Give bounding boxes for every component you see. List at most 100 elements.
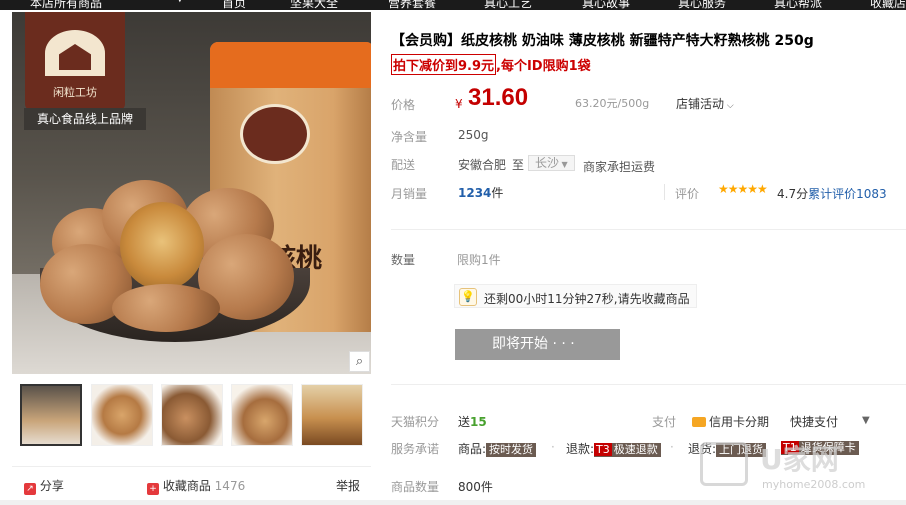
thumbnail-image [232,385,292,445]
credit-installment[interactable]: 信用卡分期 [692,413,769,430]
currency-symbol: ¥ [455,97,463,111]
unit-price: 63.20元/500g [575,97,650,110]
thumbnail-5[interactable] [301,384,363,446]
price-label: 价格 [391,98,416,112]
lightbulb-icon: 💡 [459,288,477,306]
product-title: 【会员购】纸皮核桃 奶油味 薄皮核桃 新疆特产特大籽熟核桃 250g [391,33,814,49]
brand-slogan: 真心食品线上品牌 [24,108,146,130]
thumbnail-4[interactable] [231,384,293,446]
monthly-sales: 1234件 [458,184,503,201]
home-pickup-tag[interactable]: 上门退货 [716,443,767,457]
chevron-down-icon: ▼ [559,160,568,169]
nav-service[interactable]: 真心服务 [678,0,726,10]
report-link[interactable]: 举报 [336,477,360,494]
countdown-tip: 💡 还剩00小时11分钟27秒,请先收藏商品 [454,284,697,308]
divider [664,184,665,200]
divider [391,384,906,385]
nav-nutrition[interactable]: 营养套餐 [388,0,436,10]
favorite-label: 收藏商品 [162,479,211,493]
promo-text: 拍下减价到9.9元 ,每个ID限购1袋 [391,54,591,75]
promo-rest: ,每个ID限购1袋 [496,59,591,74]
shipping-label: 配送 [391,158,416,172]
store-activity-dropdown[interactable]: 店铺活动 ⌵ [676,95,734,112]
quick-pay[interactable]: 快捷支付 [790,413,838,430]
return-guarantee: T1 退货保障卡 [781,440,859,455]
service-return-label: 退货: [688,442,717,456]
monthly-sales-unit: 件 [491,186,504,200]
service-goods: 商品: 按时发货 [458,440,537,457]
rating-summary: 4.7分累计评价1083 [777,185,887,202]
thumbnail-image [302,385,362,445]
nav-story[interactable]: 真心故事 [582,0,630,10]
t3-badge: T3 [594,443,612,456]
nav-nuts[interactable]: 坚果大全 [290,0,338,10]
castle-icon [45,30,105,76]
service-refund-label: 退款: [566,442,595,456]
cracked-walnut [120,202,204,290]
thumbnail-image [92,385,152,445]
ship-from: 安徽合肥 [458,158,507,172]
ship-city-select[interactable]: 长沙 ▼ [528,155,575,171]
bullet: · [670,440,674,454]
quantity-limit: 限购1件 [457,253,501,267]
favorite-count: 1476 [214,479,246,493]
favorite-icon: + [147,483,159,495]
thumbnail-3[interactable] [161,384,223,446]
package-logo [240,104,310,164]
top-nav: 本店所有商品 ▼ 首页 坚果大全 营养套餐 真心工艺 真心故事 真心服务 真心帮… [0,0,906,10]
share-label: 分享 [39,479,64,493]
review-count-link[interactable]: 累计评价1083 [808,187,887,201]
page-bottom-border [0,500,906,505]
nav-all-products[interactable]: 本店所有商品 [30,0,102,10]
thumbnail-1[interactable] [20,384,82,446]
share-row: ↗ 分享 + 收藏商品 1476 举报 [12,466,371,502]
brand-logo: 闲粒工坊 [25,12,125,110]
chevron-down-icon: ⌵ [724,101,734,111]
coming-soon-button[interactable]: 即将开始 · · · [455,329,620,360]
service-goods-label: 商品: [458,442,487,456]
stock-value: 800件 [458,480,493,494]
share-icon: ↗ [24,483,36,495]
return-guarantee-tag[interactable]: T1 退货保障卡 [781,441,859,455]
on-time-shipping-tag[interactable]: 按时发货 [486,443,537,457]
return-guarantee-label: 退货保障卡 [800,441,856,454]
points-info: 送15 [458,413,487,430]
promo-highlight: 拍下减价到9.9元 [391,54,497,75]
monthly-sales-label: 月销量 [391,187,428,201]
thumbnail-image [22,386,80,444]
credit-installment-label: 信用卡分期 [709,415,770,429]
divider [391,229,906,230]
points-value: 15 [470,415,487,429]
ship-to-word: 至 [512,158,525,172]
fast-refund-tag[interactable]: T3 极速退款 [594,443,661,457]
nav-craft[interactable]: 真心工艺 [484,0,532,10]
thumbnail-image [162,385,222,445]
quantity-label: 数量 [391,253,416,267]
shipping-fee: 商家承担运费 [583,160,656,174]
magnifier-icon[interactable]: ⌕ [349,351,370,372]
bullet: · [551,440,555,454]
rating-stars: ★★★★★ [718,182,768,196]
chevron-down-icon[interactable]: ▼ [862,415,870,426]
chevron-down-icon[interactable]: ▼ [176,0,184,4]
store-activity-label: 店铺活动 [676,97,725,111]
t1-badge: T1 [781,441,799,454]
fast-refund-label: 极速退款 [613,443,658,456]
credit-card-icon [692,417,706,427]
share-button[interactable]: ↗ 分享 [24,477,64,495]
service-refund: 退款: T3 极速退款 [566,440,661,457]
favorite-button[interactable]: + 收藏商品 1476 [147,477,245,495]
nav-home[interactable]: 首页 [222,0,246,10]
main-product-image[interactable]: 闲粒工坊 真心食品线上品牌 核桃 [12,12,371,374]
thumbnail-2[interactable] [91,384,153,446]
watermark-url: myhome2008.com [762,478,866,491]
nav-favorite-store[interactable]: 收藏店 [870,0,906,10]
points-label: 天猫积分 [391,415,440,429]
package-top [210,42,371,88]
nav-gang[interactable]: 真心帮派 [774,0,822,10]
net-weight-value: 250g [458,128,489,142]
brand-name: 闲粒工坊 [53,86,97,99]
countdown-text: 还剩00小时11分钟27秒,请先收藏商品 [484,292,690,306]
service-return: 退货: 上门退货 [688,440,767,457]
rating-label: 评价 [675,187,700,201]
